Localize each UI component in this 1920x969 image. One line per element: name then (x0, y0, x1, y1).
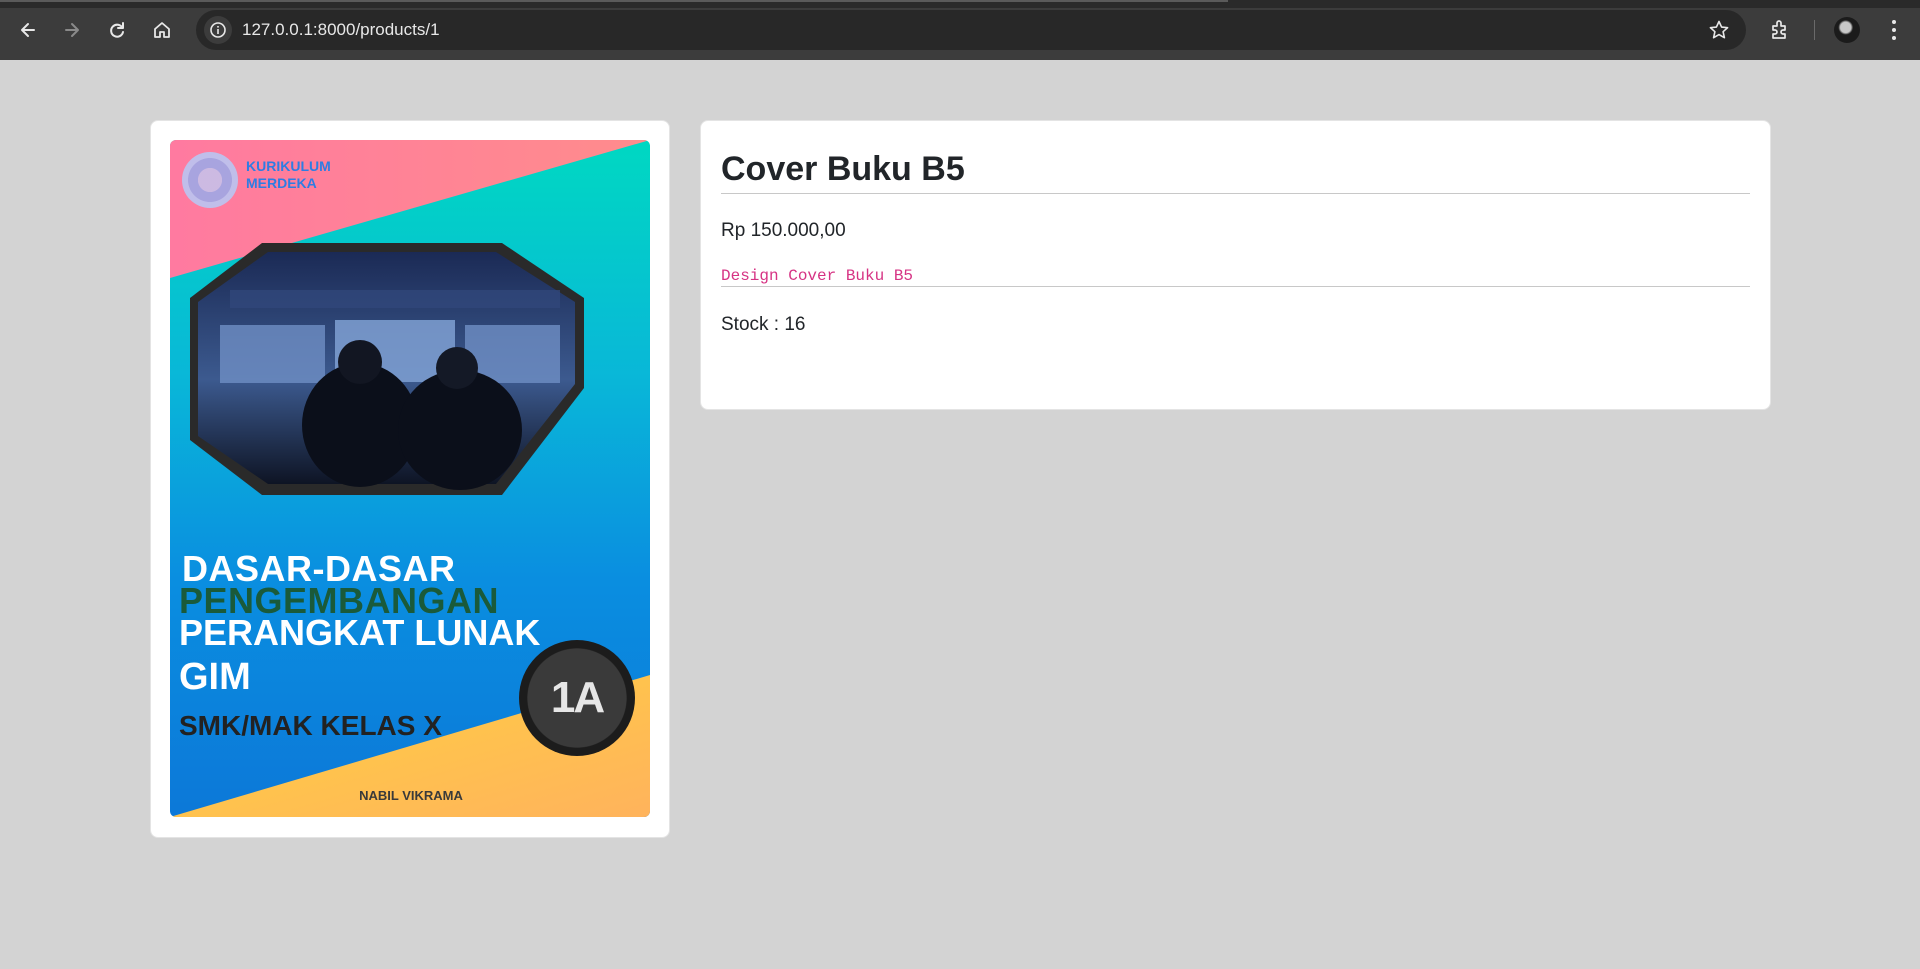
menu-kebab-icon[interactable] (1882, 18, 1906, 42)
cover-author: NABIL VIKRAMA (170, 788, 650, 803)
product-stock: Stock : 16 (721, 314, 806, 335)
address-bar[interactable]: 127.0.0.1:8000/products/1 (196, 10, 1746, 50)
site-info-button[interactable] (204, 16, 232, 44)
product-cover-image: KURIKULUM MERDEKA DASAR-DASAR PENGEMBANG… (170, 140, 650, 817)
divider (721, 193, 1750, 194)
product-title: Cover Buku B5 (721, 150, 965, 188)
reload-icon (110, 22, 124, 38)
product-info-card: Cover Buku B5 Rp 150.000,00 Design Cover… (700, 120, 1771, 410)
kurikulum-merdeka-logo (182, 152, 238, 208)
volume-badge: 1A (519, 640, 635, 756)
cover-title-line-3: PERANGKAT LUNAK (179, 612, 541, 653)
logo-line-2: MERDEKA (246, 175, 317, 191)
arrow-right-icon (65, 23, 79, 37)
back-button[interactable] (12, 14, 44, 46)
tab-strip (0, 0, 1920, 8)
home-button[interactable] (146, 14, 178, 46)
extensions-icon[interactable] (1768, 18, 1792, 42)
url-text[interactable]: 127.0.0.1:8000/products/1 (242, 10, 440, 50)
profile-avatar[interactable] (1834, 17, 1860, 43)
home-icon (154, 22, 170, 38)
loading-bar (0, 0, 1228, 2)
badge-text: 1A (550, 673, 605, 722)
bookmark-star-icon[interactable] (1708, 19, 1730, 41)
divider (721, 286, 1750, 287)
browser-toolbar: 127.0.0.1:8000/products/1 (0, 0, 1920, 60)
author-text: NABIL VIKRAMA (359, 788, 463, 803)
product-image-card: KURIKULUM MERDEKA DASAR-DASAR PENGEMBANG… (150, 120, 670, 838)
cover-subtitle: SMK/MAK KELAS X (179, 710, 442, 741)
logo-line-1: KURIKULUM (246, 158, 331, 174)
product-price: Rp 150.000,00 (721, 220, 846, 241)
reload-button[interactable] (101, 14, 133, 46)
info-icon (210, 22, 226, 38)
arrow-left-icon (21, 23, 35, 37)
forward-button[interactable] (56, 14, 88, 46)
toolbar-separator (1814, 20, 1815, 40)
cover-title-line-4: GIM (179, 656, 251, 698)
product-description: Design Cover Buku B5 (721, 267, 914, 285)
logo-text: KURIKULUM MERDEKA (246, 158, 331, 192)
